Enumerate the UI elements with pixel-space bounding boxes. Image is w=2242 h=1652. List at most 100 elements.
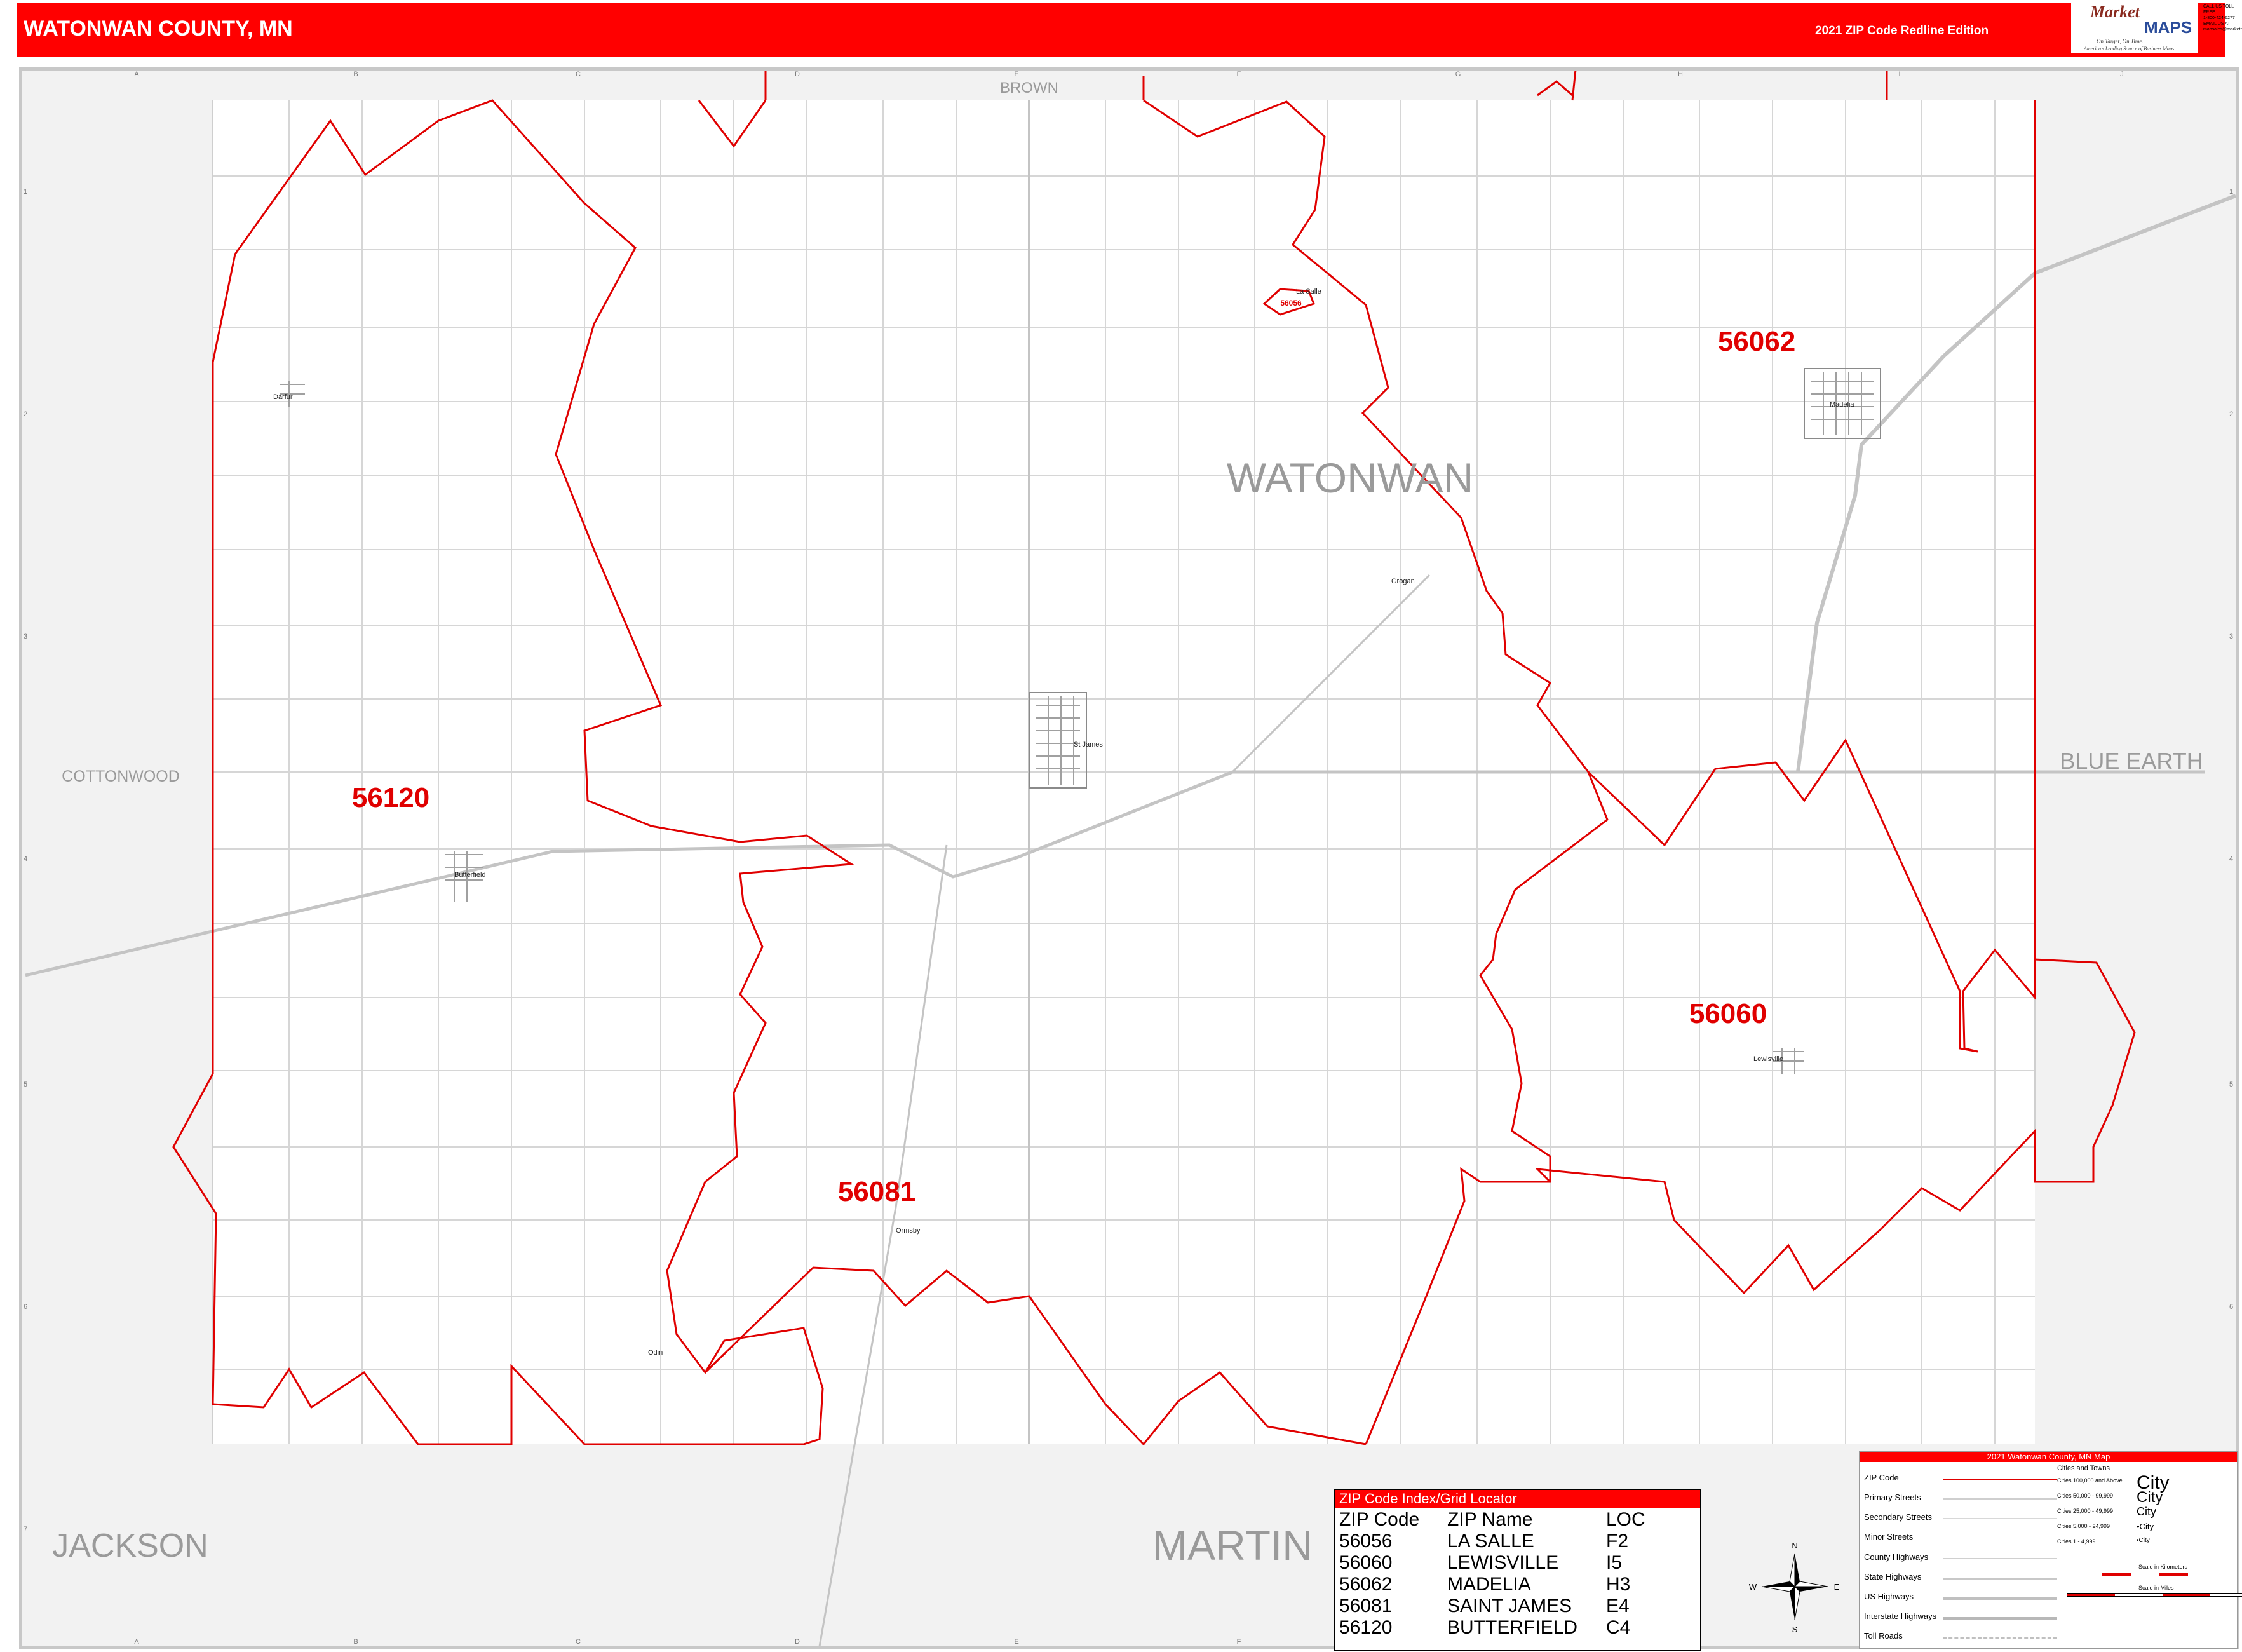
grid-row-label: 1 bbox=[24, 188, 27, 196]
grid-row-label: 3 bbox=[24, 633, 27, 640]
grid-col-label: B bbox=[353, 71, 358, 78]
grid-col-label: H bbox=[1678, 71, 1683, 78]
legend-item: Minor Streets bbox=[1864, 1532, 1914, 1541]
legend-swatch bbox=[1943, 1637, 2057, 1639]
map-canvas[interactable]: BROWN COTTONWOOD BLUE EARTH JACKSON MART… bbox=[22, 71, 2236, 1646]
column-header: ZIP Name bbox=[1447, 1509, 1533, 1530]
legend-city-class: Cities 5,000 - 24,999 bbox=[2057, 1523, 2110, 1529]
zip-name-cell: MADELIA bbox=[1447, 1574, 1531, 1595]
neighbor-label-west: COTTONWOOD bbox=[62, 768, 180, 785]
city-label-st-james[interactable]: St James bbox=[1074, 741, 1103, 748]
zip-name-cell: LA SALLE bbox=[1447, 1531, 1534, 1552]
legend-item: Primary Streets bbox=[1864, 1493, 1921, 1502]
loc-cell: E4 bbox=[1606, 1595, 1630, 1616]
grid-row-label: 2 bbox=[2229, 410, 2233, 418]
column-header: LOC bbox=[1606, 1509, 1645, 1530]
neighbor-label-south: MARTIN bbox=[1152, 1522, 1313, 1569]
scale-bar-km bbox=[2102, 1573, 2217, 1576]
legend-item: Interstate Highways bbox=[1864, 1611, 1937, 1621]
loc-cell: C4 bbox=[1606, 1617, 1631, 1638]
zip-code-cell: 56056 bbox=[1339, 1531, 1393, 1552]
grid-row-label: 6 bbox=[24, 1303, 27, 1311]
legend-swatch bbox=[1943, 1597, 2057, 1600]
logo-tagline: On Target, On Time. bbox=[2097, 38, 2144, 44]
legend-item: County Highways bbox=[1864, 1552, 1929, 1562]
logo-market-text: Market bbox=[2090, 3, 2140, 21]
table-header-row: ZIP Code ZIP Name LOC bbox=[1339, 1509, 1682, 1531]
table-row[interactable]: 56081 SAINT JAMES E4 bbox=[1339, 1595, 1682, 1617]
legend-city-class: Cities 25,000 - 49,999 bbox=[2057, 1508, 2114, 1514]
loc-cell: I5 bbox=[1606, 1552, 1623, 1573]
contact-line: 1-800-424-6277 bbox=[2203, 16, 2235, 20]
grid-col-label: F bbox=[1237, 71, 1241, 78]
zip-label-56081[interactable]: 56081 bbox=[838, 1176, 915, 1207]
zip-name-cell: LEWISVILLE bbox=[1447, 1552, 1559, 1573]
city-label-darfur[interactable]: Darfur bbox=[273, 393, 293, 401]
zip-code-cell: 56060 bbox=[1339, 1552, 1393, 1573]
legend-swatch bbox=[1943, 1498, 2057, 1500]
scale-mi-label: Scale in Miles bbox=[2138, 1585, 2174, 1591]
logo-maps-text: MAPS bbox=[2144, 18, 2192, 37]
table-row[interactable]: 56120 BUTTERFIELD C4 bbox=[1339, 1617, 1682, 1639]
grid-col-label: F bbox=[1237, 1638, 1241, 1646]
grid-col-label: C bbox=[576, 71, 581, 78]
table-row[interactable]: 56062 MADELIA H3 bbox=[1339, 1574, 1682, 1595]
legend-item: Secondary Streets bbox=[1864, 1512, 1932, 1522]
city-label-ormsby[interactable]: Ormsby bbox=[896, 1227, 921, 1235]
grid-row-label: 7 bbox=[24, 1526, 27, 1533]
zip-name-cell: BUTTERFIELD bbox=[1447, 1617, 1578, 1638]
grid-col-label: A bbox=[134, 71, 139, 78]
legend-city-class: Cities 100,000 and Above bbox=[2057, 1477, 2123, 1484]
grid-col-label: J bbox=[2120, 71, 2124, 78]
neighbor-label-southwest: JACKSON bbox=[52, 1527, 208, 1564]
zip-label-56120[interactable]: 56120 bbox=[352, 782, 429, 813]
contact-info: CALL US TOLL FREE 1-800-424-6277 EMAIL U… bbox=[2203, 4, 2242, 32]
zip-label-56062[interactable]: 56062 bbox=[1718, 326, 1795, 357]
legend-item: ZIP Code bbox=[1864, 1473, 1899, 1482]
legend-city-sample: City bbox=[2137, 1489, 2163, 1506]
zip-index-table: ZIP Code Index/Grid Locator ZIP Code ZIP… bbox=[1334, 1489, 1701, 1651]
city-label-grogan[interactable]: Grogan bbox=[1391, 578, 1415, 585]
contact-line: EMAIL US AT bbox=[2203, 22, 2231, 26]
loc-cell: F2 bbox=[1606, 1531, 1629, 1552]
legend-title: 2021 Watonwan County, MN Map bbox=[1860, 1452, 2237, 1462]
neighbor-label-east: BLUE EARTH bbox=[2060, 748, 2203, 774]
grid-row-label: 2 bbox=[24, 410, 27, 418]
scale-km-label: Scale in Kilometers bbox=[2138, 1564, 2188, 1570]
zip-code-cell: 56120 bbox=[1339, 1617, 1393, 1638]
compass-rose-icon: N S E W bbox=[1749, 1541, 1840, 1634]
legend-city-sample: •City bbox=[2137, 1537, 2150, 1544]
grid-col-label: D bbox=[795, 1638, 800, 1646]
legend-swatch bbox=[1943, 1617, 2057, 1620]
table-row[interactable]: 56060 LEWISVILLE I5 bbox=[1339, 1552, 1682, 1574]
grid-col-label: E bbox=[1014, 1638, 1018, 1646]
grid-col-label: E bbox=[1014, 71, 1018, 78]
zip-label-56060[interactable]: 56060 bbox=[1689, 998, 1767, 1029]
city-label-lewisville[interactable]: Lewisville bbox=[1753, 1055, 1783, 1063]
column-header: ZIP Code bbox=[1339, 1509, 1420, 1530]
grid-col-label: G bbox=[1455, 71, 1461, 78]
county-label: WATONWAN bbox=[1227, 454, 1474, 501]
grid-row-label: 1 bbox=[2229, 188, 2233, 196]
city-label-madelia[interactable]: Madelia bbox=[1830, 401, 1854, 409]
legend-swatch bbox=[1943, 1578, 2057, 1580]
city-label-odin[interactable]: Odin bbox=[648, 1349, 663, 1357]
grid-col-label: D bbox=[795, 71, 800, 78]
legend-city-sample: City bbox=[2137, 1505, 2156, 1518]
index-title: ZIP Code Index/Grid Locator bbox=[1335, 1490, 1700, 1508]
city-label-la-salle[interactable]: La Salle bbox=[1296, 288, 1321, 295]
index-grid: ZIP Code ZIP Name LOC 56056 LA SALLE F2 … bbox=[1339, 1509, 1682, 1639]
legend-city-class: Cities 50,000 - 99,999 bbox=[2057, 1493, 2114, 1499]
table-row[interactable]: 56056 LA SALLE F2 bbox=[1339, 1531, 1682, 1552]
market-maps-logo: Market MAPS On Target, On Time. America'… bbox=[2071, 1, 2198, 53]
zip-code-cell: 56081 bbox=[1339, 1595, 1393, 1616]
map-legend: 2021 Watonwan County, MN Map ZIP Code Pr… bbox=[1859, 1451, 2242, 1649]
legend-city-sample: •City bbox=[2137, 1522, 2154, 1531]
title-bar: WATONWAN COUNTY, MN 2021 ZIP Code Redlin… bbox=[17, 3, 2225, 57]
legend-item: Toll Roads bbox=[1864, 1631, 1903, 1641]
city-label-butterfield[interactable]: Butterfield bbox=[454, 871, 486, 879]
legend-city-class: Cities 1 - 4,999 bbox=[2057, 1538, 2096, 1545]
grid-col-label: C bbox=[576, 1638, 581, 1646]
zip-name-cell: SAINT JAMES bbox=[1447, 1595, 1572, 1616]
zip-label-56056[interactable]: 56056 bbox=[1280, 299, 1302, 308]
